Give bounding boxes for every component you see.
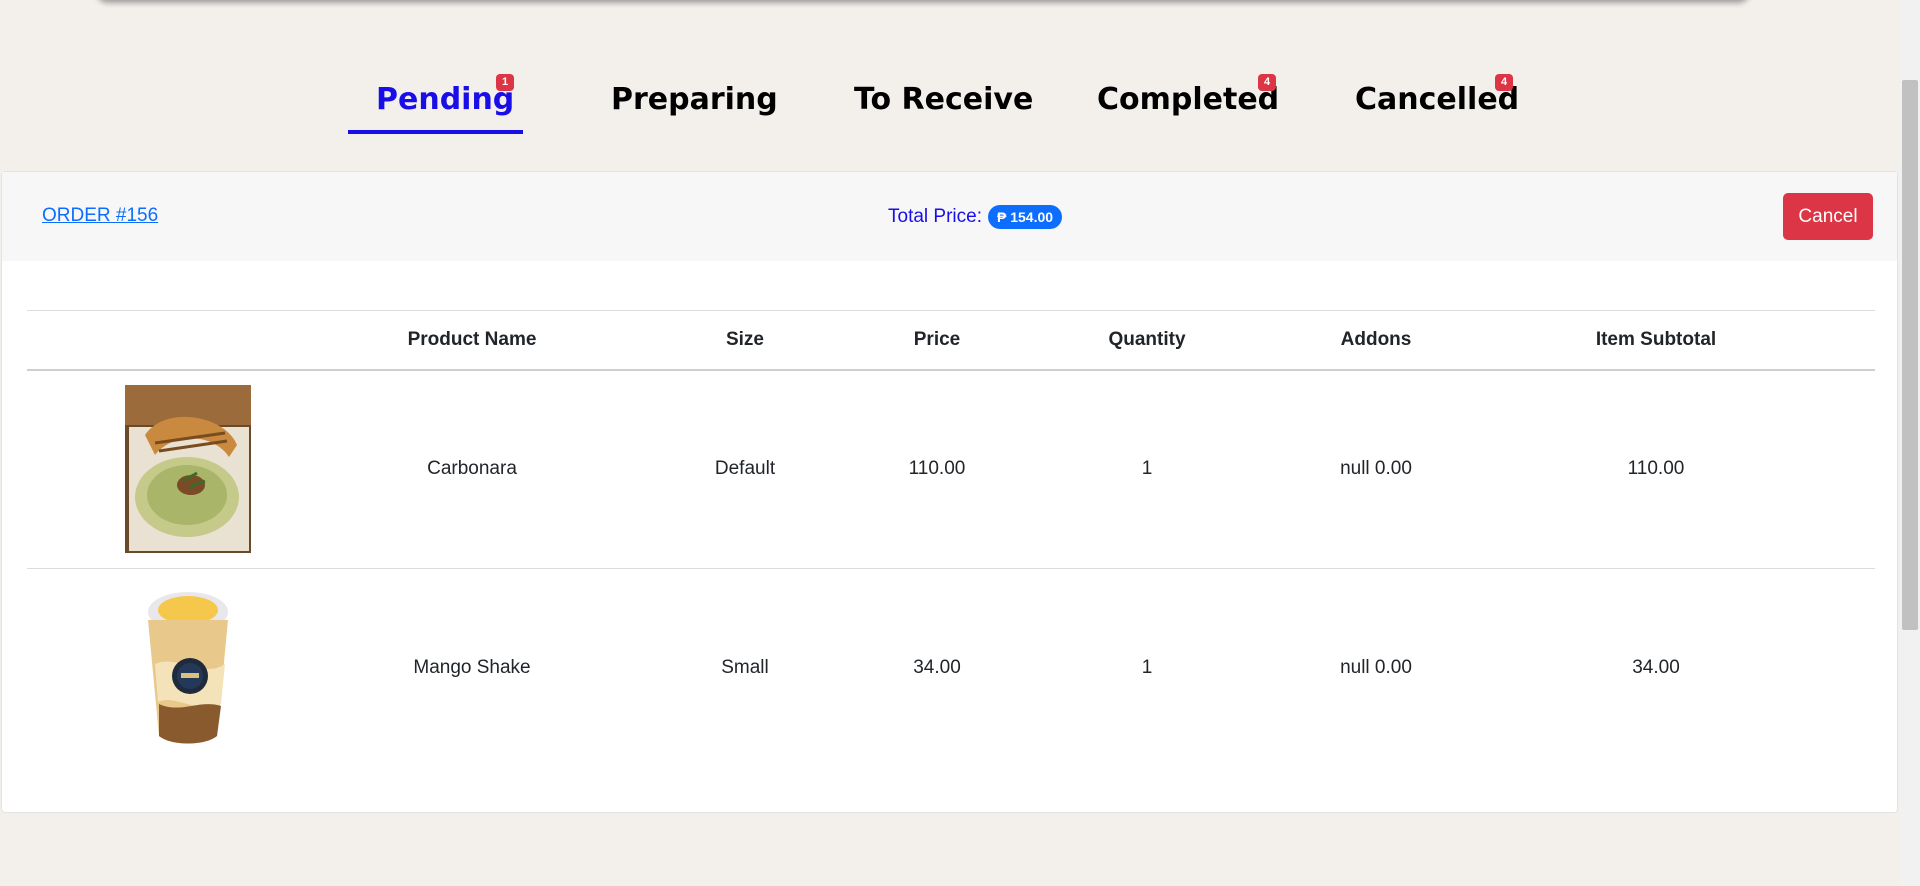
order-number-link[interactable]: ORDER #156	[42, 205, 158, 227]
price-cell: 110.00	[908, 458, 966, 480]
size-cell: Default	[714, 458, 776, 480]
cancel-order-button[interactable]: Cancel	[1783, 193, 1873, 240]
tab-cancelled-count-badge: 4	[1495, 74, 1513, 91]
price-cell: 34.00	[913, 657, 961, 679]
quantity-cell: 1	[1141, 657, 1153, 679]
tab-preparing[interactable]: Preparing	[611, 72, 778, 134]
table-row: Carbonara Default 110.00 1 null 0.00 110…	[27, 370, 1875, 569]
tab-completed-label: Completed	[1097, 82, 1280, 117]
product-name-cell: Mango Shake	[413, 657, 531, 679]
header-item-subtotal: Item Subtotal	[1595, 328, 1717, 350]
mango-shake-photo	[148, 592, 228, 744]
tab-preparing-label: Preparing	[611, 82, 778, 117]
size-cell: Small	[721, 657, 769, 679]
order-items-table: Product Name Size Price Quantity Addons …	[27, 310, 1875, 768]
addons-cell: null 0.00	[1340, 458, 1412, 480]
tab-pending[interactable]: Pending 1	[348, 72, 523, 134]
total-price-badge: ₱ 154.00	[987, 205, 1063, 229]
carbonara-photo	[125, 385, 251, 554]
order-status-tabs: Pending 1 Preparing To Receive Completed…	[0, 72, 1900, 134]
tab-cancelled[interactable]: Cancelled 4	[1355, 72, 1519, 134]
tab-completed-count-badge: 4	[1258, 74, 1276, 91]
total-price: Total Price: ₱ 154.00	[888, 205, 1063, 229]
active-tab-underline	[348, 130, 523, 134]
tab-to-receive-label: To Receive	[854, 82, 1034, 117]
item-subtotal-cell: 34.00	[1632, 657, 1680, 679]
product-image-cell	[27, 569, 349, 768]
page-scrollbar-thumb[interactable]	[1902, 80, 1918, 630]
header-product-name: Product Name	[407, 328, 537, 350]
header-addons: Addons	[1340, 328, 1412, 350]
addons-cell: null 0.00	[1340, 657, 1412, 679]
item-subtotal-cell: 110.00	[1627, 458, 1685, 480]
total-price-label: Total Price:	[888, 206, 982, 227]
product-image-cell	[27, 370, 349, 569]
quantity-cell: 1	[1141, 458, 1153, 480]
tab-pending-label: Pending	[376, 82, 515, 117]
header-quantity: Quantity	[1108, 328, 1186, 350]
tab-to-receive[interactable]: To Receive	[854, 72, 1033, 134]
tab-completed[interactable]: Completed 4	[1097, 72, 1279, 134]
order-card-header: ORDER #156 Total Price: ₱ 154.00 Cancel	[2, 172, 1897, 261]
header-price: Price	[913, 328, 961, 350]
product-name-cell: Carbonara	[427, 458, 517, 480]
order-card: ORDER #156 Total Price: ₱ 154.00 Cancel …	[1, 171, 1898, 813]
tab-pending-count-badge: 1	[496, 74, 514, 91]
table-header-row: Product Name Size Price Quantity Addons …	[27, 310, 1875, 370]
header-size: Size	[725, 328, 765, 350]
header-image	[27, 311, 349, 370]
table-row: Mango Shake Small 34.00 1 null 0.00 34.0…	[27, 569, 1875, 768]
